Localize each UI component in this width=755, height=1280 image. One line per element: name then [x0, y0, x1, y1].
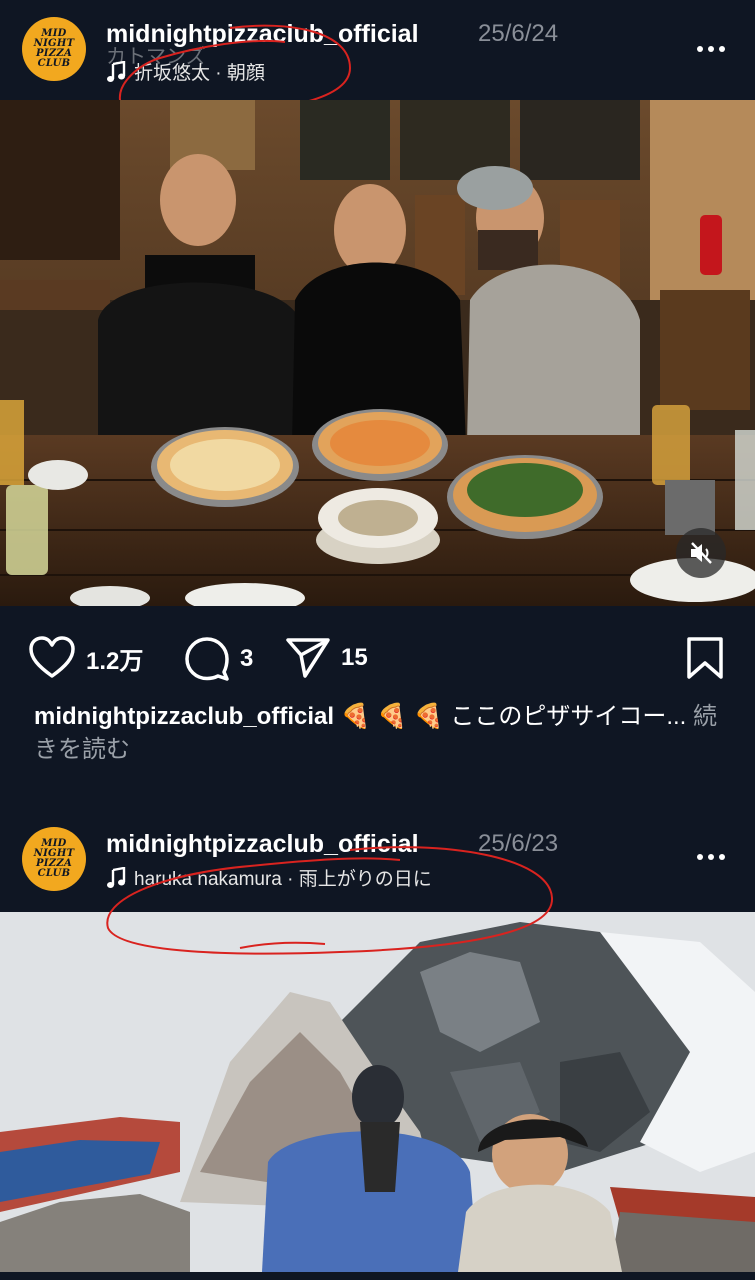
- post-header-1: MID NIGHT PIZZA CLUB midnightpizzaclub_o…: [0, 0, 755, 100]
- music-note-icon: [107, 60, 126, 82]
- action-bar: 1.2万 3 15: [0, 606, 755, 701]
- avatar[interactable]: MID NIGHT PIZZA CLUB: [22, 17, 86, 81]
- post-date: 25/6/24: [478, 20, 559, 47]
- comment-action[interactable]: 3: [184, 636, 253, 682]
- post-photo-2[interactable]: [0, 912, 755, 1272]
- caption-text: ここのピザサイコー...: [443, 703, 687, 730]
- comment-count: 3: [240, 645, 254, 672]
- music-text: haruka nakamura · 雨上がりの日に: [134, 869, 432, 890]
- speaker-muted-icon[interactable]: [676, 528, 726, 578]
- caption[interactable]: midnightpizzaclub_official 🍕 🍕 🍕 ここのピザサイ…: [34, 700, 724, 766]
- music-label[interactable]: haruka nakamura · 雨上がりの日に: [106, 864, 432, 891]
- avatar[interactable]: MID NIGHT PIZZA CLUB: [22, 827, 86, 891]
- music-text: 折坂悠太 · 朝顔: [134, 63, 265, 84]
- heart-icon[interactable]: [28, 636, 76, 680]
- comment-icon[interactable]: [184, 636, 230, 682]
- like-count: 1.2万: [86, 647, 144, 675]
- post-header-2: MID NIGHT PIZZA CLUB midnightpizzaclub_o…: [0, 812, 755, 912]
- share-count: 15: [341, 644, 368, 671]
- send-icon[interactable]: [285, 636, 331, 680]
- bookmark-icon[interactable]: [686, 636, 724, 680]
- post-photo-1[interactable]: [0, 100, 755, 606]
- like-action[interactable]: 1.2万: [28, 636, 143, 680]
- username[interactable]: midnightpizzaclub_official: [106, 830, 419, 859]
- caption-username[interactable]: midnightpizzaclub_official: [34, 703, 334, 730]
- more-horizontal-icon[interactable]: [697, 852, 729, 862]
- more-horizontal-icon[interactable]: [697, 44, 729, 54]
- avatar-text-4: CLUB: [37, 868, 71, 879]
- share-action[interactable]: 15: [285, 636, 368, 680]
- post-date: 25/6/23: [478, 830, 559, 857]
- caption-emojis: 🍕 🍕 🍕: [340, 703, 444, 730]
- avatar-text-4: CLUB: [37, 58, 71, 69]
- save-action[interactable]: [686, 636, 724, 680]
- music-label[interactable]: 折坂悠太 · 朝顔: [106, 58, 265, 85]
- music-note-icon: [107, 866, 126, 888]
